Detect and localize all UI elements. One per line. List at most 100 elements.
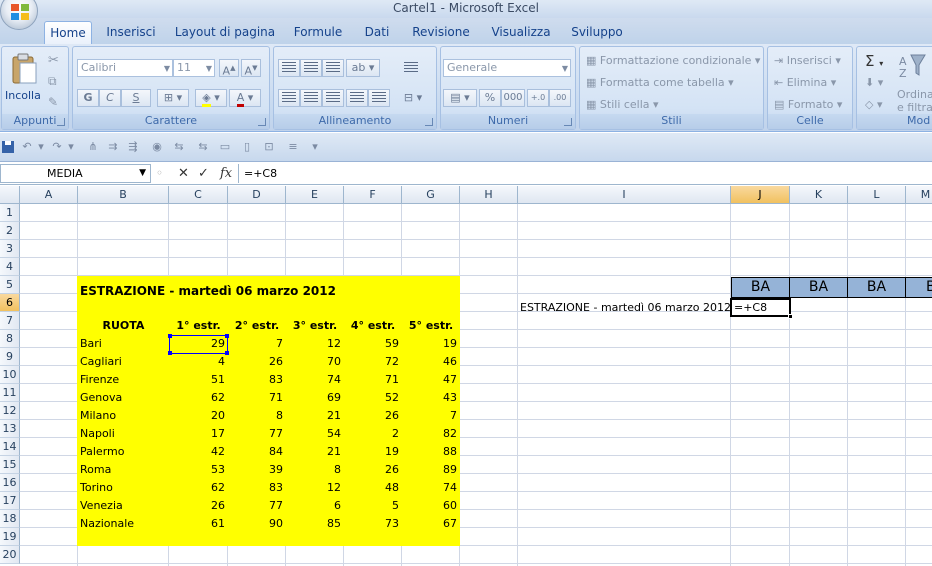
- decrease-indent-icon[interactable]: [346, 89, 368, 107]
- font-color-icon[interactable]: A ▾: [229, 89, 261, 107]
- tab-inserisci[interactable]: Inserisci: [100, 21, 162, 44]
- ruota-cagliari[interactable]: Cagliari: [80, 353, 122, 371]
- row-header-8[interactable]: 8: [0, 330, 20, 348]
- row-header-14[interactable]: 14: [0, 438, 20, 456]
- cell-l5-ba[interactable]: BA: [848, 277, 906, 298]
- table-cell[interactable]: 7: [402, 407, 460, 425]
- qat-tool-2-icon[interactable]: ⇉: [106, 140, 120, 154]
- table-cell[interactable]: 70: [286, 353, 344, 371]
- increase-decimal-icon[interactable]: +.0: [527, 89, 549, 107]
- table-cell[interactable]: 90: [228, 515, 286, 533]
- table-cell[interactable]: 20: [169, 407, 228, 425]
- customize-qat-icon[interactable]: ▾: [308, 140, 322, 154]
- table-cell[interactable]: 73: [344, 515, 402, 533]
- table-cell[interactable]: 60: [402, 497, 460, 515]
- align-top-icon[interactable]: [278, 59, 300, 77]
- table-cell[interactable]: 12: [286, 479, 344, 497]
- table-cell[interactable]: 51: [169, 371, 228, 389]
- formula-bar-options-icon[interactable]: ◦: [156, 164, 163, 183]
- appunti-launcher-icon[interactable]: [57, 118, 65, 126]
- ruota-firenze[interactable]: Firenze: [80, 371, 119, 389]
- undo-icon[interactable]: ↶: [20, 140, 34, 154]
- table-cell[interactable]: 5: [344, 497, 402, 515]
- column-header-j[interactable]: J: [731, 186, 790, 204]
- header-estr-5[interactable]: 5° estr.: [402, 317, 460, 335]
- percent-button[interactable]: %: [479, 89, 501, 107]
- column-header-h[interactable]: H: [460, 186, 518, 204]
- column-header-c[interactable]: C: [169, 186, 228, 204]
- table-cell[interactable]: 26: [344, 407, 402, 425]
- undo-dropdown-icon[interactable]: ▾: [34, 140, 48, 154]
- row-header-5[interactable]: 5: [0, 276, 20, 294]
- increase-indent-icon[interactable]: [368, 89, 390, 107]
- table-cell[interactable]: 69: [286, 389, 344, 407]
- thousands-button[interactable]: 000: [501, 89, 525, 107]
- table-cell[interactable]: 47: [402, 371, 460, 389]
- ruota-genova[interactable]: Genova: [80, 389, 122, 407]
- table-cell[interactable]: 26: [344, 461, 402, 479]
- fill-handle[interactable]: [788, 314, 793, 319]
- qat-tool-4-icon[interactable]: ◉: [150, 140, 164, 154]
- redo-icon[interactable]: ↷: [50, 140, 64, 154]
- ruota-napoli[interactable]: Napoli: [80, 425, 115, 443]
- table-cell[interactable]: 77: [228, 497, 286, 515]
- cut-icon[interactable]: ✂: [48, 53, 59, 68]
- ruota-milano[interactable]: Milano: [80, 407, 116, 425]
- table-cell[interactable]: 89: [402, 461, 460, 479]
- tab-visualizza[interactable]: Visualizza: [486, 21, 556, 44]
- decrease-decimal-icon[interactable]: .00: [549, 89, 571, 107]
- number-format-combo[interactable]: Generale ▼: [443, 59, 571, 77]
- table-cell[interactable]: 8: [228, 407, 286, 425]
- cell-k5-ba[interactable]: BA: [790, 277, 848, 298]
- tab-formule[interactable]: Formule: [288, 21, 348, 44]
- clear-icon[interactable]: ◇ ▾: [865, 98, 882, 111]
- open-icon[interactable]: ▭: [218, 140, 232, 154]
- qat-tool-3-icon[interactable]: ⇶: [126, 140, 140, 154]
- table-cell[interactable]: 77: [228, 425, 286, 443]
- table-cell[interactable]: 7: [228, 335, 286, 353]
- tab-layout[interactable]: Layout di pagina: [172, 21, 278, 44]
- table-cell[interactable]: 26: [228, 353, 286, 371]
- table-cell[interactable]: 71: [228, 389, 286, 407]
- print-preview-icon[interactable]: ⊡: [262, 140, 276, 154]
- table-cell[interactable]: 72: [344, 353, 402, 371]
- row-header-19[interactable]: 19: [0, 528, 20, 546]
- enter-icon[interactable]: ✓: [198, 164, 209, 183]
- bold-button[interactable]: G: [77, 89, 99, 107]
- row-header-7[interactable]: 7: [0, 312, 20, 330]
- align-bottom-icon[interactable]: [322, 59, 344, 77]
- tab-sviluppo[interactable]: Sviluppo: [566, 21, 628, 44]
- ruota-roma[interactable]: Roma: [80, 461, 111, 479]
- orientation-icon[interactable]: ab ▾: [346, 59, 380, 77]
- format-table-button[interactable]: ▦ Formatta come tabella ▾: [586, 76, 734, 89]
- table-cell[interactable]: 71: [344, 371, 402, 389]
- row-header-15[interactable]: 15: [0, 456, 20, 474]
- formula-input[interactable]: =+C8: [238, 164, 932, 183]
- table-cell[interactable]: 26: [169, 497, 228, 515]
- align-right-icon[interactable]: [322, 89, 344, 107]
- table-cell[interactable]: 21: [286, 443, 344, 461]
- ruota-bari[interactable]: Bari: [80, 335, 102, 353]
- column-header-k[interactable]: K: [790, 186, 848, 204]
- table-cell[interactable]: 83: [228, 371, 286, 389]
- row-header-10[interactable]: 10: [0, 366, 20, 384]
- row-header-12[interactable]: 12: [0, 402, 20, 420]
- active-cell-j6[interactable]: =+C8: [730, 298, 793, 319]
- italic-button[interactable]: C: [99, 89, 121, 107]
- table-cell[interactable]: 84: [228, 443, 286, 461]
- qat-tool-1-icon[interactable]: ⋔: [86, 140, 100, 154]
- row-header-17[interactable]: 17: [0, 492, 20, 510]
- row-header-11[interactable]: 11: [0, 384, 20, 402]
- sort-filter-icon[interactable]: A Z: [899, 53, 927, 79]
- paste-button[interactable]: Incolla: [5, 89, 41, 102]
- table-title[interactable]: ESTRAZIONE - martedì 06 marzo 2012: [80, 282, 336, 300]
- merge-center-icon[interactable]: ⊟ ▾: [398, 89, 428, 107]
- table-cell[interactable]: 39: [228, 461, 286, 479]
- table-cell[interactable]: 62: [169, 479, 228, 497]
- align-center-icon[interactable]: [300, 89, 322, 107]
- select-all-corner[interactable]: [0, 186, 20, 204]
- column-header-g[interactable]: G: [402, 186, 460, 204]
- cell-i6[interactable]: ESTRAZIONE - martedì 06 marzo 2012: [520, 299, 731, 317]
- table-cell[interactable]: 53: [169, 461, 228, 479]
- table-cell[interactable]: 74: [286, 371, 344, 389]
